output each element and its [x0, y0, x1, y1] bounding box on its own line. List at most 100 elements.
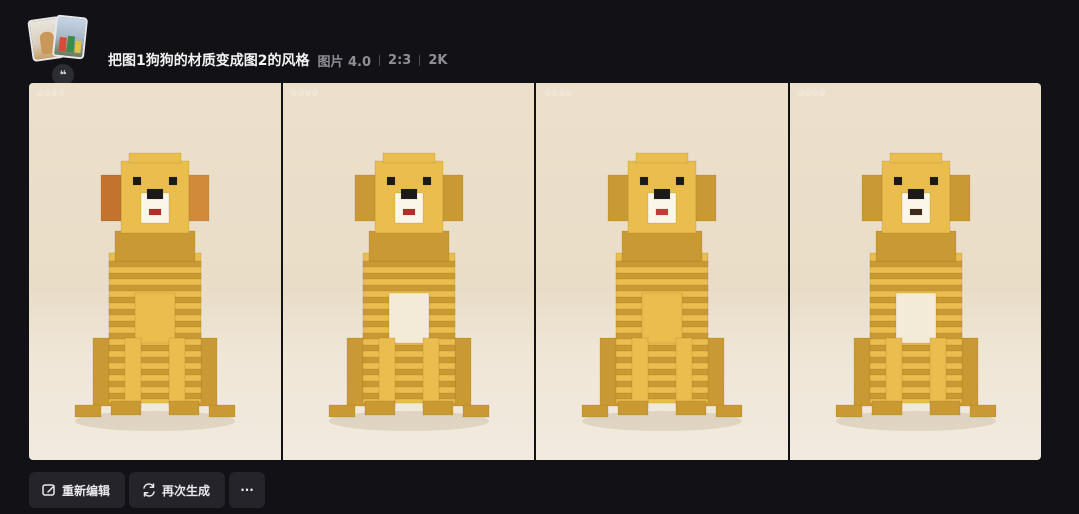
- aspect-ratio: 2:3: [388, 52, 412, 68]
- neck: [368, 230, 449, 262]
- neck: [875, 230, 956, 262]
- watermark: @@@@: [797, 89, 826, 97]
- paw: [581, 404, 609, 418]
- front-leg: [631, 337, 649, 409]
- reference-image-lego[interactable]: [51, 14, 89, 60]
- neck: [621, 230, 703, 262]
- watermark: @@@@: [290, 89, 319, 97]
- brick-row: [362, 284, 455, 292]
- brick-row: [869, 284, 962, 292]
- paw: [462, 404, 489, 418]
- head-top: [128, 152, 182, 164]
- brick-row: [615, 356, 709, 364]
- watermark: @@@@: [544, 89, 572, 97]
- brick-row: [362, 344, 455, 352]
- front-leg: [124, 337, 142, 409]
- generation-card: ❝ 把图1狗狗的材质变成图2的风格 图片 4.0 2:3 2K @@@@ @@@…: [0, 0, 1079, 514]
- brick-row: [615, 380, 709, 388]
- brick-row: [108, 392, 202, 400]
- prompt-header: 把图1狗狗的材质变成图2的风格 图片 4.0 2:3 2K: [108, 50, 447, 70]
- front-leg: [929, 337, 946, 409]
- paw: [617, 400, 649, 416]
- eye: [168, 176, 178, 186]
- reference-thumbnails[interactable]: ❝: [27, 14, 98, 88]
- eye: [386, 176, 395, 186]
- brick-row: [108, 272, 202, 280]
- lego-dog-figure: [581, 152, 743, 431]
- paw: [168, 400, 200, 416]
- brick-row: [869, 260, 962, 268]
- paw: [208, 404, 236, 418]
- lego-dog-figure: [328, 152, 489, 431]
- eye: [422, 176, 431, 186]
- chest: [388, 292, 429, 344]
- brick-row: [362, 380, 455, 388]
- brick-row: [869, 356, 962, 364]
- eye: [132, 176, 142, 186]
- result-image-2[interactable]: @@@@: [282, 83, 534, 460]
- brick-row: [615, 368, 709, 376]
- brick-row: [108, 380, 202, 388]
- divider: [419, 54, 421, 66]
- result-image-4[interactable]: @@@@: [789, 83, 1041, 460]
- brick-row: [869, 344, 962, 352]
- brick-row: [362, 272, 455, 280]
- mouth: [148, 208, 162, 216]
- brick-row: [108, 368, 202, 376]
- chest: [641, 292, 683, 344]
- regenerate-label: 再次生成: [162, 483, 211, 498]
- resolution: 2K: [428, 52, 448, 68]
- divider: [379, 54, 381, 66]
- re-edit-button[interactable]: 重新编辑: [29, 472, 126, 508]
- brick-row: [362, 392, 455, 400]
- eye: [675, 176, 685, 186]
- brick-row: [615, 344, 709, 352]
- refresh-icon: [143, 483, 155, 497]
- brick-row: [869, 368, 962, 376]
- edit-icon: [42, 484, 55, 496]
- paw: [328, 404, 355, 418]
- front-leg: [422, 337, 439, 409]
- brick-row: [108, 344, 202, 352]
- chest: [134, 292, 176, 344]
- paw: [422, 400, 453, 416]
- regenerate-button[interactable]: 再次生成: [129, 472, 226, 508]
- ear: [100, 174, 122, 222]
- front-leg: [675, 337, 693, 409]
- image-grid: @@@@ @@@@ @@@@ @@@@: [29, 83, 1041, 460]
- action-bar: 重新编辑 再次生成 ···: [29, 472, 266, 508]
- brick-row: [615, 260, 709, 268]
- nose: [653, 188, 671, 200]
- paw: [715, 404, 743, 418]
- head-top: [382, 152, 435, 164]
- nose: [146, 188, 164, 200]
- chest: [895, 292, 936, 344]
- result-image-1[interactable]: @@@@: [29, 83, 281, 460]
- ear: [695, 174, 717, 222]
- front-leg: [378, 337, 395, 409]
- lego-dog-figure: [835, 152, 996, 431]
- watermark: @@@@: [37, 89, 65, 97]
- result-image-3[interactable]: @@@@: [536, 83, 788, 460]
- brick-row: [108, 284, 202, 292]
- brick-row: [615, 272, 709, 280]
- ear: [188, 174, 210, 222]
- lego-dog-figure: [74, 152, 236, 431]
- mouth: [655, 208, 669, 216]
- brick-row: [362, 356, 455, 364]
- prompt-text: 把图1狗狗的材质变成图2的风格: [108, 53, 310, 69]
- brick-row: [362, 260, 455, 268]
- eye: [639, 176, 649, 186]
- more-button[interactable]: ···: [229, 472, 266, 508]
- paw: [110, 400, 142, 416]
- brick-row: [108, 260, 202, 268]
- neck: [114, 230, 196, 262]
- brick-row: [108, 356, 202, 364]
- brick-row: [362, 368, 455, 376]
- ear: [354, 174, 375, 222]
- paw: [871, 400, 902, 416]
- re-edit-label: 重新编辑: [62, 483, 111, 498]
- ear: [949, 174, 970, 222]
- nose: [400, 188, 417, 200]
- mouth: [402, 208, 415, 216]
